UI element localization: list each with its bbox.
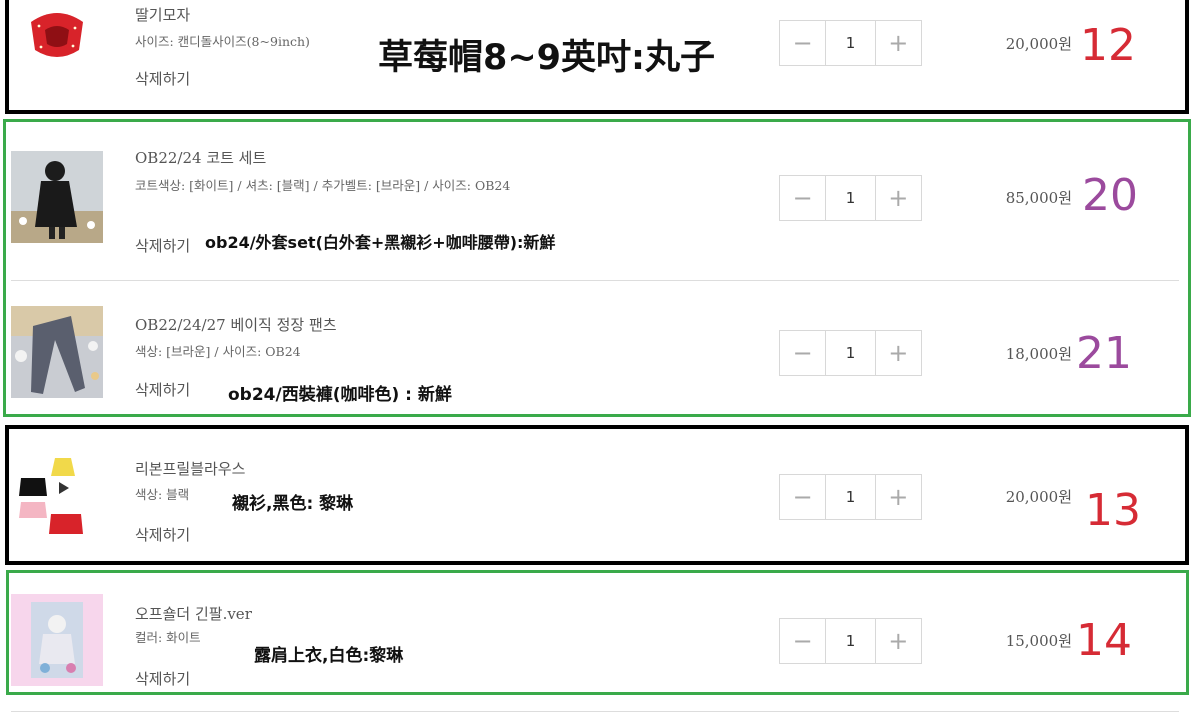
annotation-number: 14 [1076,615,1132,666]
increase-button[interactable]: + [876,331,921,375]
quantity-value[interactable]: 1 [825,331,876,375]
annotation-number: 13 [1085,485,1141,536]
decrease-button[interactable]: − [780,331,825,375]
handwritten-note: 草莓帽8~9英吋:丸子 [378,38,716,78]
handwritten-note: ob24/西裝褲(咖啡色) : 新鮮 [228,385,452,405]
item-price: 85,000원 [1005,189,1072,207]
item-price: 18,000원 [1005,345,1072,363]
quantity-stepper: − 1 + [779,20,922,66]
quantity-stepper: − 1 + [779,474,922,520]
delete-link[interactable]: 삭제하기 [135,379,190,400]
product-name[interactable]: 딸기모자 [135,4,190,25]
product-thumbnail[interactable] [11,0,103,84]
row-divider [11,280,1179,281]
annotation-number: 21 [1076,328,1132,379]
increase-button[interactable]: + [876,21,921,65]
item-price: 20,000원 [1005,488,1072,506]
decrease-button[interactable]: − [780,619,825,663]
delete-link[interactable]: 삭제하기 [135,68,190,89]
increase-button[interactable]: + [876,176,921,220]
handwritten-note: 露肩上衣,白色:黎琳 [254,646,404,666]
item-price: 20,000원 [1005,35,1072,53]
delete-link[interactable]: 삭제하기 [135,668,190,689]
product-name[interactable]: 오프숄더 긴팔.ver [135,603,252,624]
delete-link[interactable]: 삭제하기 [135,235,190,256]
product-thumbnail[interactable] [11,450,103,542]
product-option: 색상: [브라운] / 사이즈: OB24 [135,344,301,359]
quantity-value[interactable]: 1 [825,475,876,519]
off-shoulder-top-image [11,594,103,686]
increase-button[interactable]: + [876,475,921,519]
pants-image [11,306,103,398]
item-price: 15,000원 [1005,632,1072,650]
decrease-button[interactable]: − [780,176,825,220]
increase-button[interactable]: + [876,619,921,663]
quantity-stepper: − 1 + [779,330,922,376]
decrease-button[interactable]: − [780,21,825,65]
coat-set-image [11,151,103,243]
quantity-value[interactable]: 1 [825,176,876,220]
annotation-number: 12 [1080,20,1136,71]
product-thumbnail[interactable] [11,151,103,243]
product-name[interactable]: 리본프릴블라우스 [135,458,245,479]
annotation-number: 20 [1082,170,1138,221]
decrease-button[interactable]: − [780,475,825,519]
strawberry-hat-image [11,0,103,84]
handwritten-note: ob24/外套set(白外套+黑襯衫+咖啡腰帶):新鮮 [205,233,556,252]
quantity-stepper: − 1 + [779,175,922,221]
quantity-stepper: − 1 + [779,618,922,664]
quantity-value[interactable]: 1 [825,21,876,65]
blouse-image [11,450,103,542]
row-divider [11,711,1179,712]
handwritten-note: 襯衫,黑色: 黎琳 [232,494,354,514]
delete-link[interactable]: 삭제하기 [135,524,190,545]
product-name[interactable]: OB22/24/27 베이직 정장 팬츠 [135,314,337,335]
product-option: 코트색상: [화이트] / 셔츠: [블랙] / 추가벨트: [브라운] / 사… [135,178,511,193]
product-thumbnail[interactable] [11,306,103,398]
quantity-value[interactable]: 1 [825,619,876,663]
product-name[interactable]: OB22/24 코트 세트 [135,147,266,168]
product-thumbnail[interactable] [11,594,103,686]
